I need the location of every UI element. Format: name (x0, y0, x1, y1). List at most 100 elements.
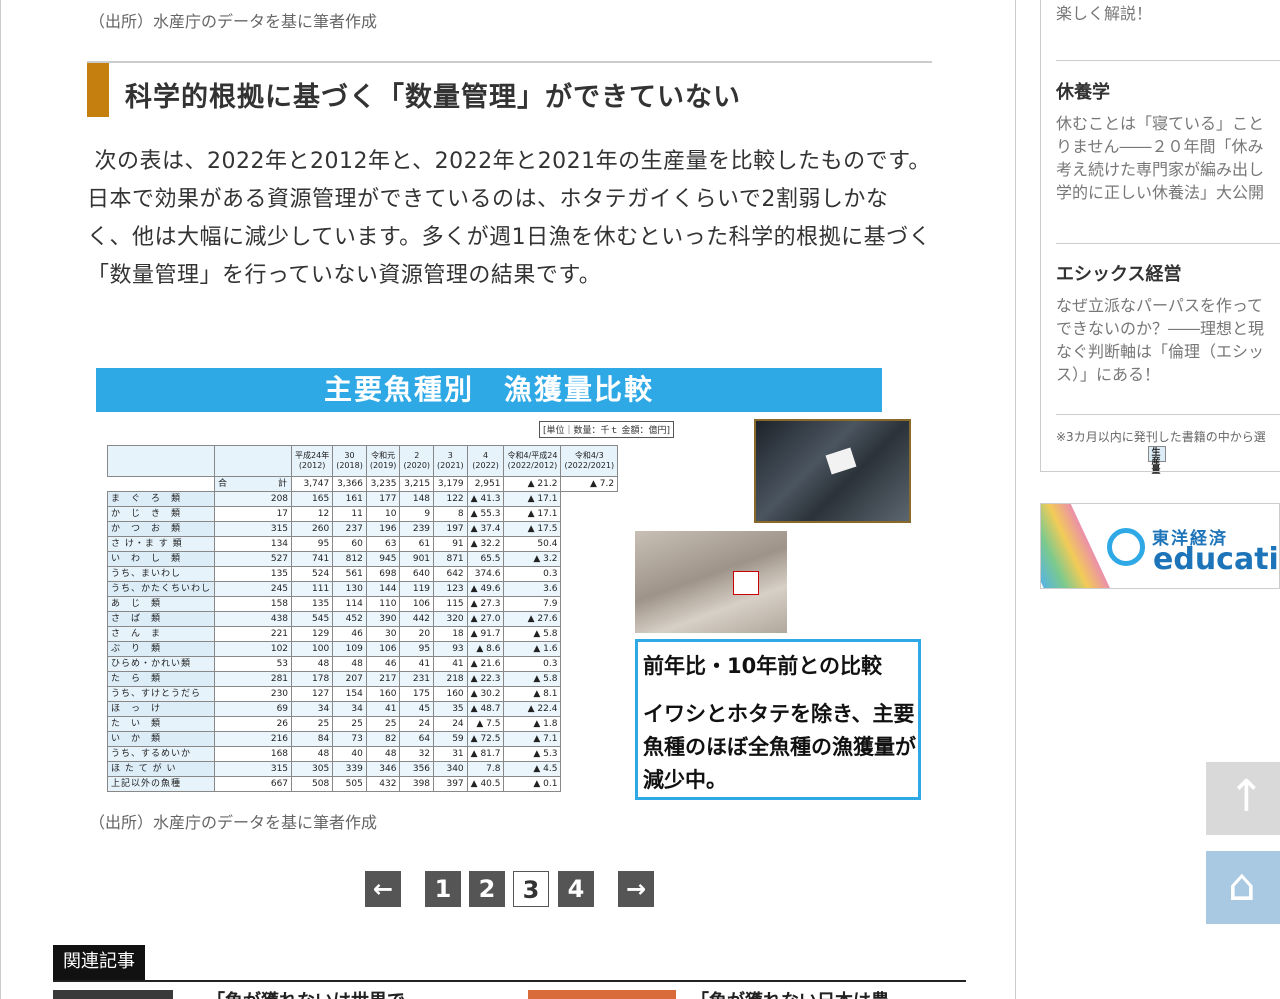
book-title[interactable]: エシックス経営 (1056, 260, 1280, 286)
table-cell: 432 (365, 776, 401, 792)
table-row: か つ お 類 315 260 237 196 239 197 ▲ 37.4 ▲ 17.5 (106, 521, 618, 537)
table-cell: 158 (214, 596, 293, 612)
book-item-ethics[interactable]: エシックス経営 なぜ立派なパーパスを作って できないのか？――理想と現 なぐ判断… (1056, 260, 1280, 386)
table-cell: ▲ 37.4 (466, 521, 505, 537)
book-desc: なぜ立派なパーパスを作って できないのか？――理想と現 なぐ判断軸は「倫理（エシ… (1056, 294, 1280, 386)
unit-quantity: 数量：千ｔ (573, 426, 619, 436)
prev-page-button[interactable]: ← (365, 871, 401, 907)
table-cell: 127 (291, 686, 334, 702)
table-cell: 452 (332, 611, 367, 627)
table-row: ほ た て が い 315 305 339 346 356 340 7.8 ▲ 4.5 (106, 761, 618, 777)
table-cell: 17 (214, 506, 293, 522)
table-cell: 48 (291, 746, 334, 762)
table-cell: 667 (214, 776, 293, 792)
table-cell: ▲ 8.1 (503, 686, 562, 702)
table-cell: ▲ 5.8 (503, 671, 562, 687)
column-header: 2 (2020) (399, 445, 435, 477)
table-cell: ▲ 8.6 (466, 641, 505, 657)
related-thumb-1[interactable] (53, 990, 173, 999)
callout-body: イワシとホタテを除き、主要魚種のほぼ全魚種の漁獲量が減少中。 (643, 702, 916, 792)
column-header: 3 (2021) (433, 445, 468, 477)
table-cell: 237 (332, 521, 367, 537)
table-cell: 24 (433, 716, 468, 732)
related-title-1[interactable]: 「魚が獲れないは世界で (207, 990, 405, 999)
unit-amount: 金額：億円 (621, 426, 667, 436)
book-desc-line: りません――２０年間「休み (1056, 137, 1264, 156)
table-cell: ▲ 0.1 (503, 776, 562, 792)
table-cell: ▲ 5.8 (503, 626, 562, 642)
table-cell: 356 (399, 761, 435, 777)
page-2-button[interactable]: 2 (469, 871, 505, 907)
page-3-current[interactable]: 3 (513, 871, 549, 907)
table-cell: 208 (214, 491, 293, 507)
table-cell: ▲ 5.3 (503, 746, 562, 762)
book-desc: 休むことは「寝ている」こと りません――２０年間「休み 考え続けた専門家が編み出… (1056, 112, 1280, 204)
table-cell: 640 (399, 566, 435, 582)
table-cell: 397 (433, 776, 468, 792)
fish-category: ほ っ け (106, 701, 216, 717)
table-cell: 106 (365, 641, 401, 657)
table-cell: ▲ 48.7 (466, 701, 505, 717)
fish-category: ま ぐ ろ 類 (106, 491, 216, 507)
table-cell: 245 (214, 581, 293, 597)
table-cell: 10 (365, 506, 401, 522)
table-row: うち、すけとうだら 230 127 154 160 175 160 ▲ 30.2 ▲ 8.1 (106, 686, 618, 702)
table-cell: 175 (399, 686, 435, 702)
related-title-2[interactable]: 「魚が獲れない日本は農 (691, 990, 889, 999)
table-cell: ▲ 17.1 (503, 506, 562, 522)
page-4-button[interactable]: 4 (558, 871, 594, 907)
fish-category: さ ば 類 (106, 611, 216, 627)
table-cell: 130 (332, 581, 367, 597)
table-cell: 281 (214, 671, 293, 687)
table-cell: 48 (332, 656, 367, 672)
table-cell: 154 (332, 686, 367, 702)
fish-category: い わ し 類 (106, 551, 216, 567)
table-header-row: 平成24年 (2012) 30 (2018) 令和元 (2019) 2 (2020) 3… (106, 445, 619, 477)
table-cell: 812 (332, 551, 367, 567)
table-cell: 207 (332, 671, 367, 687)
ad-product: educatio (1153, 542, 1279, 577)
sidebar-divider (1056, 60, 1280, 61)
book-desc-line: 休むことは「寝ている」こと (1056, 114, 1265, 133)
table-cell: 60 (332, 536, 367, 552)
next-page-button[interactable]: → (618, 871, 654, 907)
book-desc-line: ス）」にある！ (1056, 365, 1161, 384)
table-cell: 216 (214, 731, 293, 747)
sidebar-divider (1056, 243, 1280, 244)
table-cell: 374.6 (466, 566, 505, 582)
table-cell: 135 (214, 566, 293, 582)
photo-price-tag (733, 571, 759, 595)
related-thumb-2[interactable] (528, 990, 676, 999)
fish-category: か つ お 類 (106, 521, 216, 537)
table-row: い わ し 類 527 741 812 945 901 871 65.5 ▲ 3.2 (106, 551, 618, 567)
table-cell: 561 (332, 566, 367, 582)
table-row: うち、するめいか 168 48 40 48 32 31 ▲ 81.7 ▲ 5.3 (106, 746, 618, 762)
table-cell: 197 (433, 521, 468, 537)
table-cell: 109 (332, 641, 367, 657)
scroll-to-top-button[interactable]: ↑ (1206, 762, 1280, 835)
page-1-button[interactable]: 1 (425, 871, 461, 907)
table-cell: 315 (214, 761, 293, 777)
book-title[interactable]: 休養学 (1056, 78, 1280, 104)
table-cell: 340 (433, 761, 468, 777)
table-cell: 196 (365, 521, 401, 537)
table-row: た い 類 26 25 25 25 24 24 ▲ 7.5 ▲ 1.8 (106, 716, 618, 732)
table-cell: 91 (433, 536, 468, 552)
article-paragraph: 次の表は、2022年と2012年と、2022年と2021年の生産量を比較したもの… (87, 143, 932, 295)
table-cell: 168 (214, 746, 293, 762)
table-cell: 50.4 (503, 536, 562, 552)
fish-category: さ ん ま (106, 626, 216, 642)
fish-category: ほ た て が い (106, 761, 216, 777)
table-corner (106, 445, 216, 477)
table-cell: 26 (214, 716, 293, 732)
home-button[interactable]: ⌂ (1206, 851, 1280, 924)
book-item-kyuyougaku[interactable]: 休養学 休むことは「寝ている」こと りません――２０年間「休み 考え続けた専門家… (1056, 78, 1280, 204)
comparison-callout: 前年比・10年前との比較 イワシとホタテを除き、主要魚種のほぼ全魚種の漁獲量が減… (635, 639, 921, 800)
table-cell: 508 (291, 776, 334, 792)
table-cell: 82 (365, 731, 401, 747)
toyo-keizai-education-ad[interactable]: 東洋経済 educatio (1040, 503, 1280, 589)
table-cell: ▲ 21.2 (503, 476, 562, 492)
table-cell: 346 (365, 761, 401, 777)
table-cell: 0.3 (503, 656, 562, 672)
table-cell: 102 (214, 641, 293, 657)
